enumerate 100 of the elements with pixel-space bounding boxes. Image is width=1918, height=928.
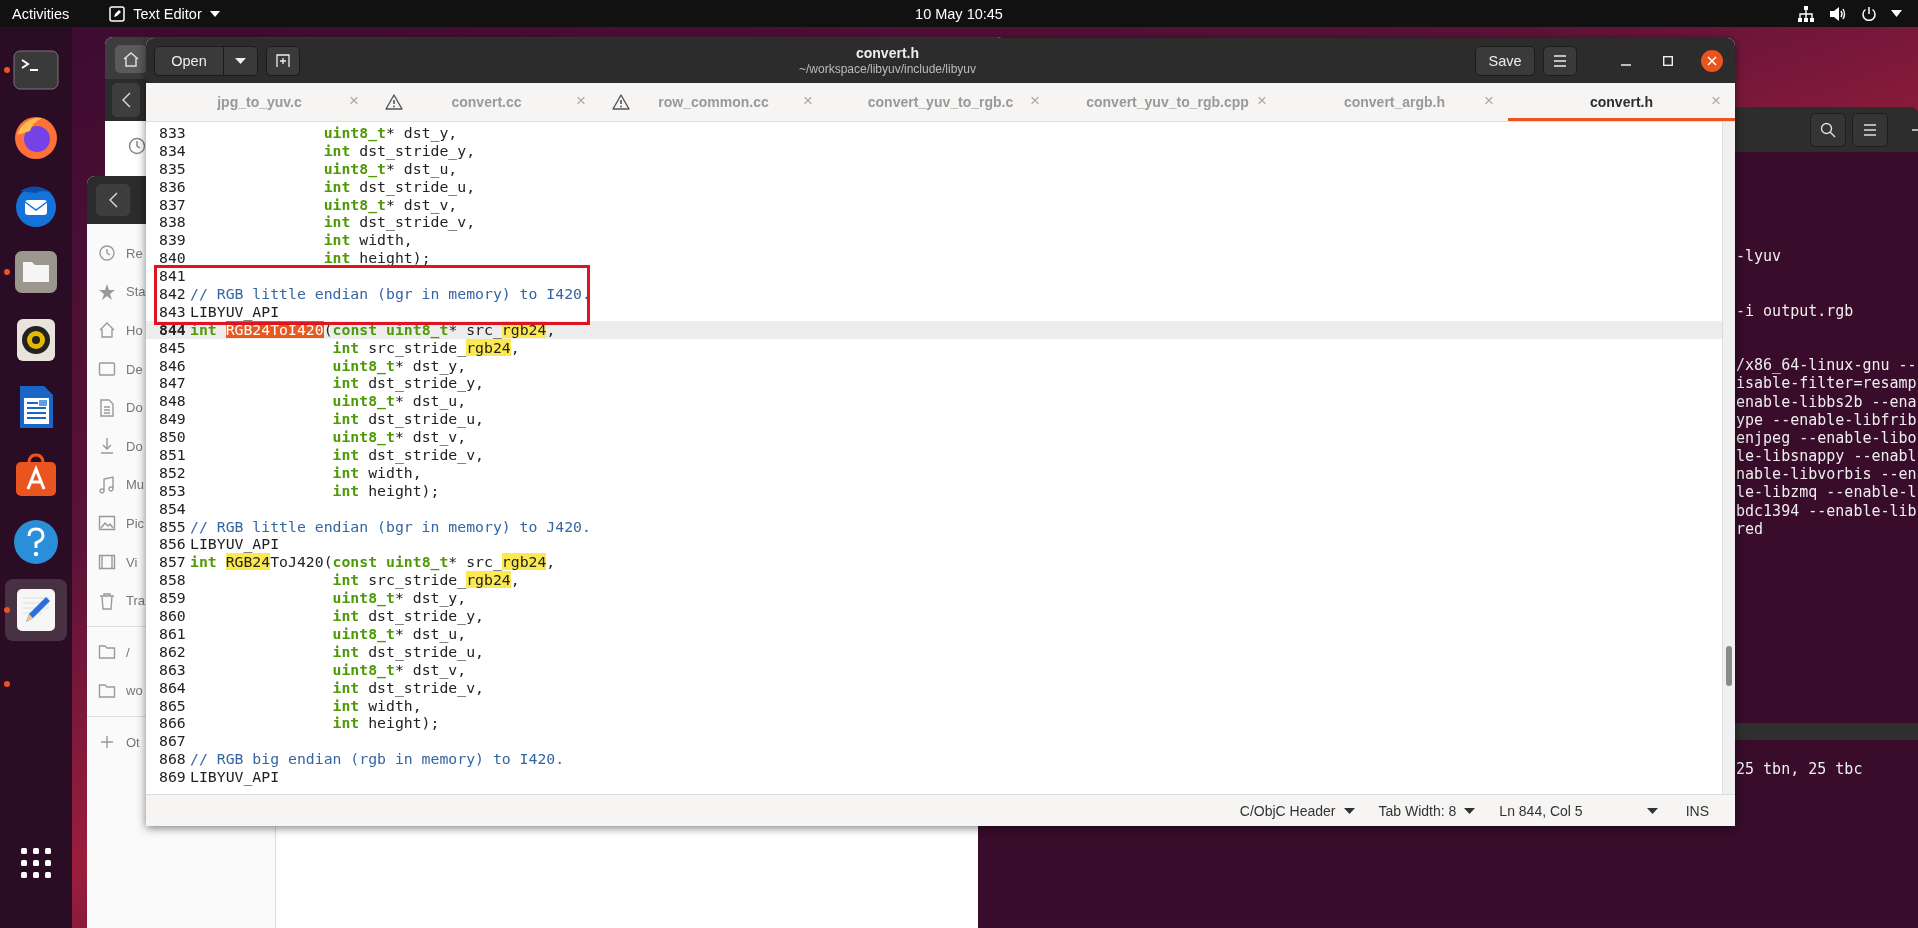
- line-number: 855: [159, 517, 187, 536]
- menu-icon: [1863, 123, 1877, 136]
- save-button[interactable]: Save: [1475, 45, 1535, 76]
- code-line: uint8_t* dst_y,: [322, 124, 458, 142]
- line-number: 865: [159, 696, 187, 715]
- code-line: uint8_t* dst_u,: [331, 624, 467, 643]
- terminal-output-line: le-libzmq --enable-l: [1736, 483, 1918, 502]
- status-dropdown[interactable]: C/ObjC Header: [1239, 802, 1355, 819]
- tab[interactable]: jpg_to_yuv.c ×: [146, 83, 373, 121]
- tab-label: row_common.cc: [658, 94, 769, 110]
- line-number: 839: [159, 231, 187, 250]
- code-line: int width,: [331, 696, 422, 715]
- videos-icon: [98, 553, 116, 572]
- code-line: int dst_stride_y,: [331, 374, 484, 393]
- menu-button[interactable]: [1852, 112, 1888, 147]
- home-button[interactable]: [115, 45, 147, 73]
- code-line: uint8_t* dst_u,: [322, 159, 458, 178]
- code-line: LIBYUV_API: [190, 768, 280, 786]
- search-button[interactable]: [1810, 112, 1846, 147]
- line-number: 844: [159, 320, 187, 339]
- sidebar-item[interactable]: Ot: [87, 723, 146, 762]
- scrollbar[interactable]: [1722, 122, 1735, 794]
- code-line: int height);: [322, 249, 431, 268]
- menu-icon: [1553, 54, 1567, 67]
- terminal-output-line: -lyuv: [1736, 247, 1783, 266]
- sidebar-item[interactable]: De: [87, 349, 146, 389]
- caret-icon[interactable]: [1891, 10, 1902, 17]
- sidebar-item[interactable]: Tra: [87, 581, 146, 620]
- menu-button[interactable]: [1543, 45, 1577, 76]
- back-button[interactable]: [96, 184, 130, 216]
- activities-button[interactable]: Activities: [12, 5, 70, 22]
- file-path: ~/workspace/libyuv/include/libyuv: [798, 61, 977, 77]
- line-number: 864: [159, 678, 187, 697]
- documents-icon: [98, 398, 116, 417]
- sidebar-item[interactable]: Do: [87, 426, 146, 466]
- home-icon: [122, 51, 140, 67]
- sidebar-item[interactable]: Ho: [87, 311, 146, 350]
- terminal-output-line: -i output.rgb: [1736, 301, 1855, 320]
- line-number: 862: [159, 642, 187, 661]
- line-number: 863: [159, 660, 187, 679]
- clock-icon: [128, 137, 146, 155]
- sidebar-item[interactable]: Sta: [87, 272, 146, 312]
- sidebar-item[interactable]: Mu: [87, 465, 146, 505]
- tab[interactable]: convert.cc ×: [373, 83, 600, 121]
- terminal-output-line: ype --enable-libfrib: [1736, 410, 1918, 429]
- line-number: 850: [159, 428, 187, 447]
- tab[interactable]: convert.h ×: [1508, 83, 1735, 121]
- caret-icon[interactable]: [1646, 807, 1658, 814]
- code-line: int width,: [331, 463, 422, 482]
- line-number: 849: [159, 410, 187, 429]
- tab[interactable]: row_common.cc ×: [600, 83, 827, 121]
- terminal-output-line: nable-libvorbis --en: [1736, 465, 1918, 484]
- line-number: 833: [159, 124, 187, 142]
- clock[interactable]: 10 May 10:45: [915, 5, 1003, 22]
- sidebar-item[interactable]: Vi: [87, 542, 146, 582]
- sidebar-item[interactable]: Do: [87, 388, 146, 427]
- terminal-output-line: /x86_64-linux-gnu --: [1736, 356, 1918, 375]
- tab-label: convert.cc: [451, 94, 522, 110]
- caret-icon: [235, 57, 246, 64]
- dock-item-active[interactable]: [5, 578, 67, 641]
- tab[interactable]: convert_yuv_to_rgb.c ×: [827, 83, 1054, 121]
- line-number: 869: [159, 768, 187, 786]
- open-button[interactable]: Open: [154, 45, 224, 76]
- new-tab-button[interactable]: [266, 45, 300, 76]
- network-icon[interactable]: [1797, 5, 1815, 22]
- sidebar-item[interactable]: Re: [87, 234, 146, 273]
- status-text: Ln 844, Col 5: [1499, 802, 1583, 819]
- music-icon: [98, 475, 116, 494]
- window-title: convert.h: [856, 44, 919, 62]
- code-line: int dst_stride_u,: [331, 410, 484, 429]
- sidebar-item[interactable]: /: [87, 632, 146, 672]
- line-number: 866: [159, 714, 187, 733]
- search-icon: [1820, 121, 1836, 138]
- recent-icon: [98, 244, 116, 263]
- code-line: uint8_t* dst_v,: [322, 195, 458, 214]
- minimize-icon[interactable]: [1912, 127, 1918, 132]
- tab[interactable]: convert_yuv_to_rgb.cpp ×: [1054, 83, 1281, 121]
- back-button[interactable]: [112, 83, 140, 117]
- app-menu[interactable]: Text Editor: [109, 5, 220, 22]
- line-number: 837: [159, 195, 187, 214]
- sidebar-item[interactable]: wo: [87, 671, 146, 711]
- starred-icon: [98, 282, 116, 301]
- code-line: int src_stride_rgb24,: [331, 571, 520, 590]
- line-number: 838: [159, 213, 187, 232]
- line-number: 835: [159, 159, 187, 178]
- status-dropdown[interactable]: Tab Width: 8: [1378, 802, 1476, 819]
- line-number: 861: [159, 624, 187, 643]
- line-number: 858: [159, 571, 187, 590]
- tab[interactable]: convert_argb.h ×: [1281, 83, 1508, 121]
- line-number: 856: [159, 535, 187, 554]
- line-number: 836: [159, 177, 187, 196]
- power-icon[interactable]: [1861, 5, 1877, 22]
- open-dropdown-button[interactable]: [224, 45, 258, 76]
- close-icon[interactable]: [1701, 49, 1723, 72]
- maximize-icon[interactable]: [1663, 55, 1673, 66]
- volume-icon[interactable]: [1829, 5, 1847, 22]
- terminal-output-line: enable-libbs2b --ena: [1736, 392, 1918, 411]
- line-number: 845: [159, 338, 187, 357]
- folder-icon: [98, 643, 116, 662]
- sidebar-item[interactable]: Pic: [87, 504, 146, 543]
